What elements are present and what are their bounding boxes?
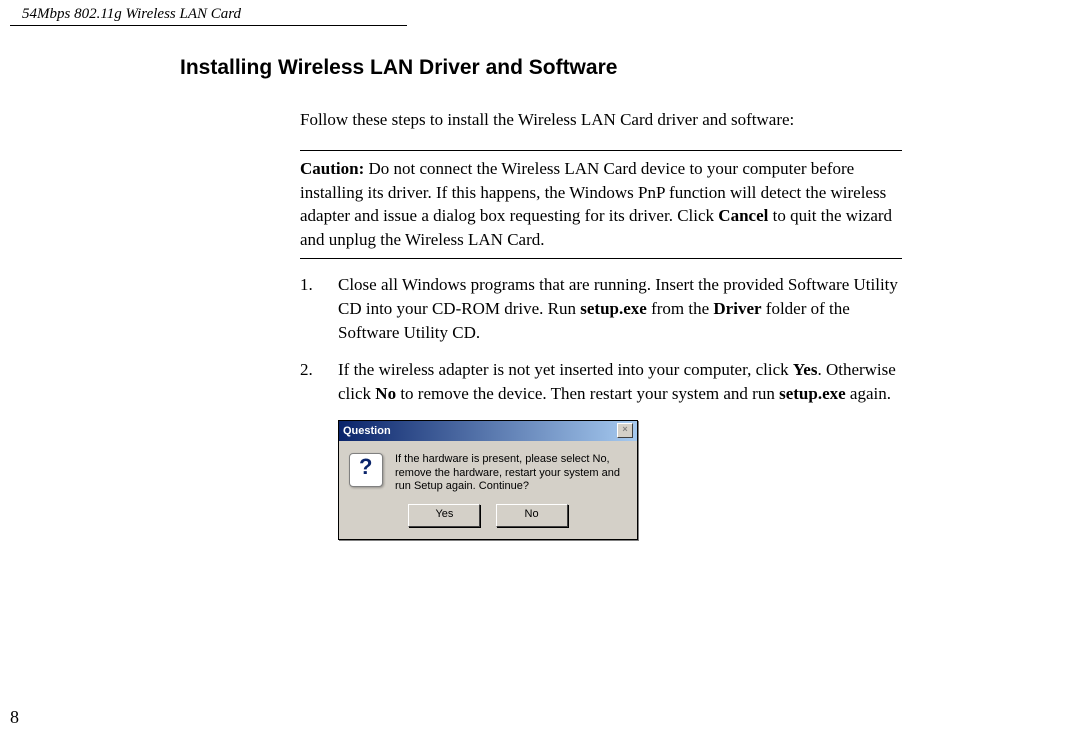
caution-box: Caution: Do not connect the Wireless LAN…	[300, 150, 902, 259]
page-number: 8	[10, 707, 19, 728]
body-column: Follow these steps to install the Wirele…	[300, 108, 902, 406]
step-text: If the wireless adapter is not yet inser…	[338, 360, 793, 379]
list-item: 1. Close all Windows programs that are r…	[300, 273, 902, 344]
page-content: Installing Wireless LAN Driver and Softw…	[0, 56, 1092, 540]
question-dialog: Question × If the hardware is present, p…	[338, 420, 638, 540]
step-body: If the wireless adapter is not yet inser…	[338, 358, 902, 406]
step-text: again.	[846, 384, 891, 403]
step-bold: Yes	[793, 360, 818, 379]
close-icon[interactable]: ×	[617, 423, 633, 438]
question-icon	[349, 453, 383, 487]
step-bold: No	[375, 384, 396, 403]
dialog-message: If the hardware is present, please selec…	[395, 453, 627, 494]
section-title: Installing Wireless LAN Driver and Softw…	[180, 56, 1092, 80]
list-item: 2. If the wireless adapter is not yet in…	[300, 358, 902, 406]
no-button[interactable]: No	[496, 504, 568, 527]
caution-label: Caution:	[300, 159, 364, 178]
dialog-titlebar: Question ×	[339, 421, 637, 441]
dialog-body: If the hardware is present, please selec…	[339, 441, 637, 500]
step-number: 2.	[300, 358, 338, 406]
step-body: Close all Windows programs that are runn…	[338, 273, 902, 344]
dialog-title-text: Question	[343, 425, 391, 437]
dialog-button-row: Yes No	[339, 500, 637, 539]
product-header: 54Mbps 802.11g Wireless LAN Card	[10, 0, 407, 26]
product-name: 54Mbps 802.11g Wireless LAN Card	[22, 6, 241, 22]
intro-paragraph: Follow these steps to install the Wirele…	[300, 108, 902, 132]
step-list: 1. Close all Windows programs that are r…	[300, 273, 902, 406]
caution-bold-a: Cancel	[718, 206, 768, 225]
yes-button[interactable]: Yes	[408, 504, 480, 527]
step-number: 1.	[300, 273, 338, 344]
step-bold: Driver	[713, 299, 761, 318]
step-bold: setup.exe	[779, 384, 846, 403]
step-bold: setup.exe	[580, 299, 647, 318]
step-text: from the	[647, 299, 714, 318]
step-text: to remove the device. Then restart your …	[396, 384, 779, 403]
